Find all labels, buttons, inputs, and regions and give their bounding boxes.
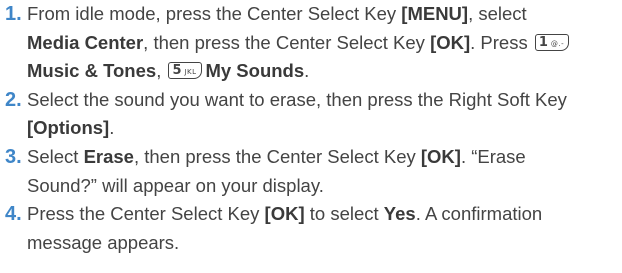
key-label: [OK] [264,203,305,225]
menu-option: Erase [83,145,134,167]
step-text: Sound?” will appear on your display. [27,174,324,196]
step-text: . A confirmation [415,203,543,225]
menu-option: Media Center [27,31,144,53]
step-4: 4. Press the Center Select Key [OK] to s… [5,200,620,257]
step-text: to select [304,203,384,225]
key-digit: 1 [538,34,548,50]
menu-option: My Sounds [205,60,305,82]
step-text: . Press [470,31,533,53]
step-number: 1. [5,3,22,25]
menu-option: Yes [383,203,416,225]
key-letters: @.- [550,39,565,48]
step-text: Select the sound you want to erase, then… [27,88,567,110]
step-number: 3. [5,145,22,168]
keypad-5-icon: 5 JKL [168,62,203,80]
step-text: , select [468,3,527,24]
step-text: . “Erase [460,145,526,167]
keypad-1-icon: 1 @.- [534,33,569,51]
key-label: [OK] [430,31,471,53]
step-text: message appears. [27,231,180,253]
step-text: , [156,60,167,82]
instruction-steps: 1. From idle mode, press the Center Sele… [5,0,620,257]
step-number: 2. [5,88,22,111]
step-text: . [109,117,115,139]
step-text: From idle mode, press the Center Select … [27,3,402,24]
step-text: Select [27,145,84,167]
key-letters: JKL [184,68,197,77]
step-number: 4. [5,203,22,226]
key-digit: 5 [172,63,182,79]
key-label: [Options] [27,117,110,139]
step-text: . [304,60,310,82]
step-text: , then press the Center Select Key [133,145,421,167]
step-1: 1. From idle mode, press the Center Sele… [5,0,620,86]
step-3: 3. Select Erase, then press the Center S… [5,143,620,200]
step-text: , then press the Center Select Key [143,31,431,53]
menu-option: Music & Tones [27,60,157,82]
step-text: Press the Center Select Key [27,203,265,225]
key-label: [OK] [420,145,461,167]
step-2: 2. Select the sound you want to erase, t… [5,86,620,143]
key-label: [MENU] [401,3,469,24]
